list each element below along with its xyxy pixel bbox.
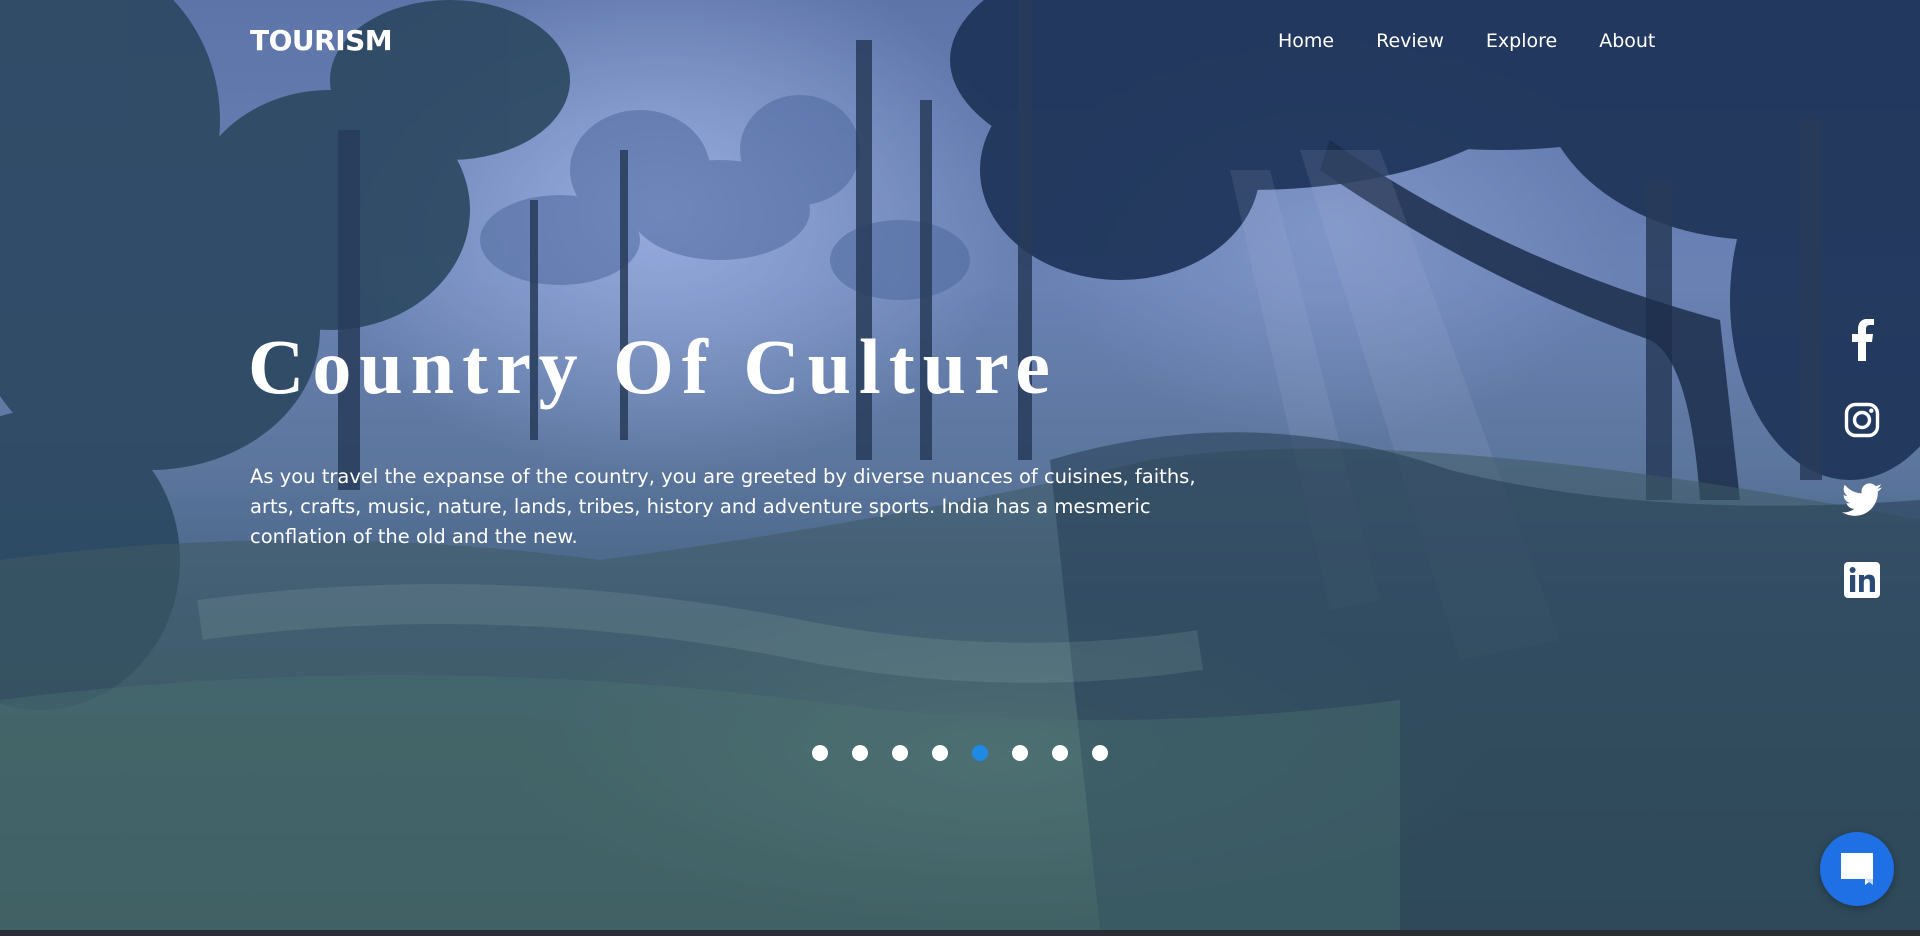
facebook-icon[interactable] [1840, 318, 1884, 362]
slider-dot[interactable] [852, 745, 868, 761]
nav-explore[interactable]: Explore [1486, 30, 1557, 52]
nav-home[interactable]: Home [1278, 30, 1334, 52]
slider-dot[interactable] [932, 745, 948, 761]
slider-dot[interactable] [1052, 745, 1068, 761]
slider-dot[interactable] [892, 745, 908, 761]
bottom-edge [0, 930, 1920, 936]
hero-description: As you travel the expanse of the country… [250, 465, 1196, 548]
site-logo[interactable]: TOURISM [250, 24, 393, 57]
slider-dot[interactable] [972, 745, 988, 761]
chat-button[interactable] [1820, 832, 1894, 906]
slider-dots [812, 745, 1132, 761]
linkedin-icon[interactable] [1840, 558, 1884, 602]
chat-icon [1841, 853, 1873, 885]
social-links [1840, 318, 1884, 638]
slider-dot[interactable] [812, 745, 828, 761]
instagram-icon[interactable] [1840, 398, 1884, 442]
slider-dot[interactable] [1092, 745, 1108, 761]
slider-dot[interactable] [1012, 745, 1028, 761]
nav-review[interactable]: Review [1376, 30, 1444, 52]
hero-title: Country Of Culture [248, 323, 1058, 410]
nav-about[interactable]: About [1599, 30, 1655, 52]
main-nav: Home Review Explore About [1278, 30, 1697, 52]
twitter-icon[interactable] [1840, 478, 1884, 522]
